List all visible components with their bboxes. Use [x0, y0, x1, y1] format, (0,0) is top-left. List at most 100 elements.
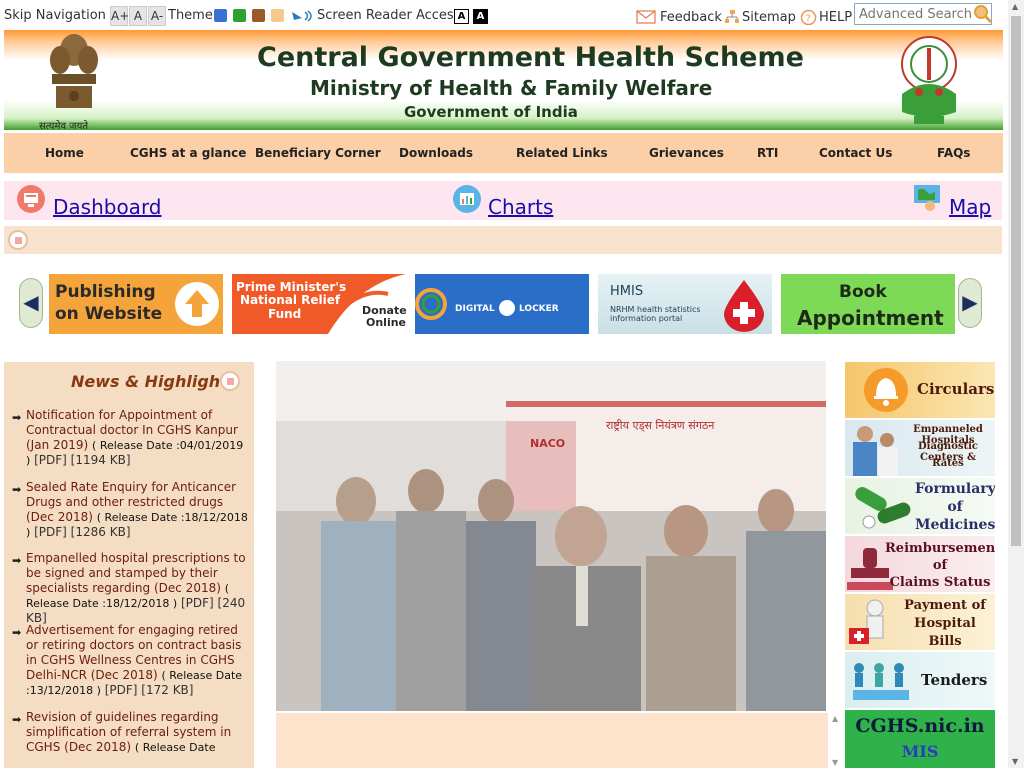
formulary-of-medicines-tile[interactable]: Formulary of Medicines — [845, 478, 995, 534]
dashboard-link[interactable]: Dashboard — [53, 195, 162, 219]
charts-link[interactable]: Charts — [488, 195, 553, 219]
feedback-link[interactable]: Feedback — [660, 10, 722, 25]
capsules-icon — [855, 487, 911, 529]
reimbursement-line2: of — [932, 558, 948, 573]
reimbursement-line3: Claims Status — [889, 575, 991, 590]
nav-grievances[interactable]: Grievances — [649, 146, 724, 160]
reimbursement-line1: Reimbursement — [885, 541, 995, 556]
nav-downloads[interactable]: Downloads — [399, 146, 473, 160]
news-item-file[interactable]: [PDF] [172 KB] — [105, 683, 194, 697]
sitemap-link[interactable]: Sitemap — [742, 10, 796, 25]
exhibition-sign-text: राष्ट्रीय एड्स नियंत्रण संगठन — [606, 419, 715, 432]
news-item-file[interactable]: [PDF] [1194 KB] — [34, 453, 130, 467]
hmis-tile[interactable]: HMIS NRHM health statistics information … — [598, 274, 772, 334]
tenders-label: Tenders — [921, 671, 988, 689]
screen-reader-access-link[interactable]: Screen Reader Access — [317, 8, 460, 23]
publishing-on-website-tile[interactable]: Publishing on Website — [49, 274, 223, 334]
team-puzzle-icon — [853, 663, 909, 700]
formulary-line1: Formulary — [915, 481, 995, 497]
tenders-tile[interactable]: Tenders — [845, 652, 995, 708]
normal-contrast-button[interactable]: A — [454, 9, 469, 24]
pmnrf-line3: Fund — [268, 307, 302, 321]
screen-reader-icon — [292, 10, 312, 22]
reimbursement-claims-tile[interactable]: Reimbursement of Claims Status — [845, 536, 995, 592]
news-item[interactable]: ➡ Sealed Rate Enquiry for Anticancer Dru… — [12, 480, 248, 540]
news-highlights-title: News & Highlights — [71, 372, 238, 391]
high-contrast-button[interactable]: A — [473, 9, 488, 24]
site-banner: सत्यमेव जयते Central Government Health S… — [4, 30, 1003, 130]
scroll-up-arrow-icon[interactable]: ▲ — [1012, 2, 1018, 11]
cghs-nic-mis-tile[interactable]: CGHS.nic.in MIS — [845, 710, 995, 768]
cghs-nic-label: CGHS.nic.in — [855, 715, 985, 737]
payment-line3: Bills — [928, 634, 962, 649]
formulary-line3: Medicines — [915, 517, 995, 533]
news-item-file[interactable]: [PDF] [1286 KB] — [34, 525, 130, 539]
arrow-right-icon: ➡ — [12, 554, 22, 567]
digital-india-logo-icon — [415, 288, 447, 320]
photo-caption-area — [276, 713, 828, 768]
emblem-caption: सत्यमेव जयते — [39, 121, 89, 130]
event-photo-image: राष्ट्रीय एड्स नियंत्रण संगठन NACO — [276, 361, 826, 711]
formulary-line2: of — [947, 499, 963, 515]
carousel-prev-button[interactable]: ◀ — [19, 278, 43, 328]
news-item-title[interactable]: Empanelled hospital prescriptions to be … — [26, 551, 246, 595]
cghs-logo-icon — [901, 36, 957, 124]
map-link[interactable]: Map — [949, 195, 991, 219]
news-pause-button[interactable] — [220, 371, 240, 391]
publishing-line2: on Website — [55, 304, 163, 324]
nav-beneficiary-corner[interactable]: Beneficiary Corner — [255, 146, 381, 160]
theme-label: Theme — [168, 8, 213, 23]
nav-cghs-at-a-glance[interactable]: CGHS at a glance — [130, 146, 246, 160]
theme-blue-swatch[interactable] — [214, 9, 227, 22]
nav-related-links[interactable]: Related Links — [516, 146, 608, 160]
digilocker-badge-icon — [499, 300, 515, 316]
blood-drop-cross-icon — [724, 280, 764, 332]
ticker-pause-button[interactable] — [8, 230, 28, 250]
nav-home[interactable]: Home — [45, 146, 84, 160]
scrollbar-thumb[interactable] — [1011, 16, 1021, 546]
page-scrollbar[interactable]: ▲ ▼ — [1008, 0, 1024, 768]
search-icon[interactable] — [972, 4, 994, 24]
font-normal-button[interactable]: A — [129, 6, 147, 26]
news-ticker-bar — [4, 226, 1002, 254]
help-link[interactable]: HELP — [819, 10, 852, 25]
payment-hospital-bills-tile[interactable]: Payment of Hospital Bills — [845, 594, 995, 650]
news-item[interactable]: ➡ Revision of guidelines regarding simpl… — [12, 710, 248, 755]
national-emblem-icon — [50, 34, 98, 108]
circulars-tile[interactable]: Circulars — [845, 362, 995, 418]
circulars-label: Circulars — [917, 380, 995, 398]
skip-navigation-link[interactable]: Skip Navigation — [4, 8, 106, 23]
caption-scrollbar[interactable]: ▲ ▼ — [831, 713, 841, 768]
theme-green-swatch[interactable] — [233, 9, 246, 22]
digital-locker-tile[interactable]: DIGITAL LOCKER — [415, 274, 589, 334]
theme-peach-swatch[interactable] — [271, 9, 284, 22]
payment-line1: Payment of — [904, 598, 986, 613]
nav-rti[interactable]: RTI — [757, 146, 778, 160]
carousel-next-button[interactable]: ▶ — [958, 278, 982, 328]
top-utility-bar: Skip Navigation A+ A A- Theme Screen Rea… — [0, 0, 1008, 30]
empanelled-hospitals-tile[interactable]: Empanneled Hospitals Diagnostic Centers … — [845, 420, 995, 476]
mis-label: MIS — [901, 742, 939, 761]
empanelled-line3: Rates — [932, 458, 964, 469]
book-line1: Book — [839, 282, 887, 302]
publishing-line1: Publishing — [55, 282, 156, 302]
ministry-name: Ministry of Health & Family Welfare — [310, 76, 713, 100]
naco-logo-text: NACO — [530, 437, 565, 450]
news-item[interactable]: ➡ Notification for Appointment of Contra… — [12, 408, 248, 468]
hmis-sub2: information portal — [610, 314, 683, 323]
font-smaller-button[interactable]: A- — [148, 6, 166, 26]
scroll-down-arrow-icon[interactable]: ▼ — [1012, 757, 1018, 766]
news-item[interactable]: ➡ Advertisement for engaging retired or … — [12, 623, 248, 698]
charts-icon — [453, 185, 481, 213]
pm-national-relief-fund-tile[interactable]: Prime Minister's National Relief Fund Do… — [232, 274, 406, 334]
theme-brown-swatch[interactable] — [252, 9, 265, 22]
bell-icon — [864, 368, 908, 412]
featured-event-photo: राष्ट्रीय एड्स नियंत्रण संगठन NACO — [276, 361, 826, 711]
nav-faqs[interactable]: FAQs — [937, 146, 970, 160]
nav-contact-us[interactable]: Contact Us — [819, 146, 892, 160]
help-icon: ? — [800, 9, 817, 26]
book-appointment-tile[interactable]: Book Appointment — [781, 274, 955, 334]
news-item-date: ( Release Date — [134, 741, 216, 754]
news-item[interactable]: ➡ Empanelled hospital prescriptions to b… — [12, 551, 248, 626]
font-larger-button[interactable]: A+ — [110, 6, 129, 26]
